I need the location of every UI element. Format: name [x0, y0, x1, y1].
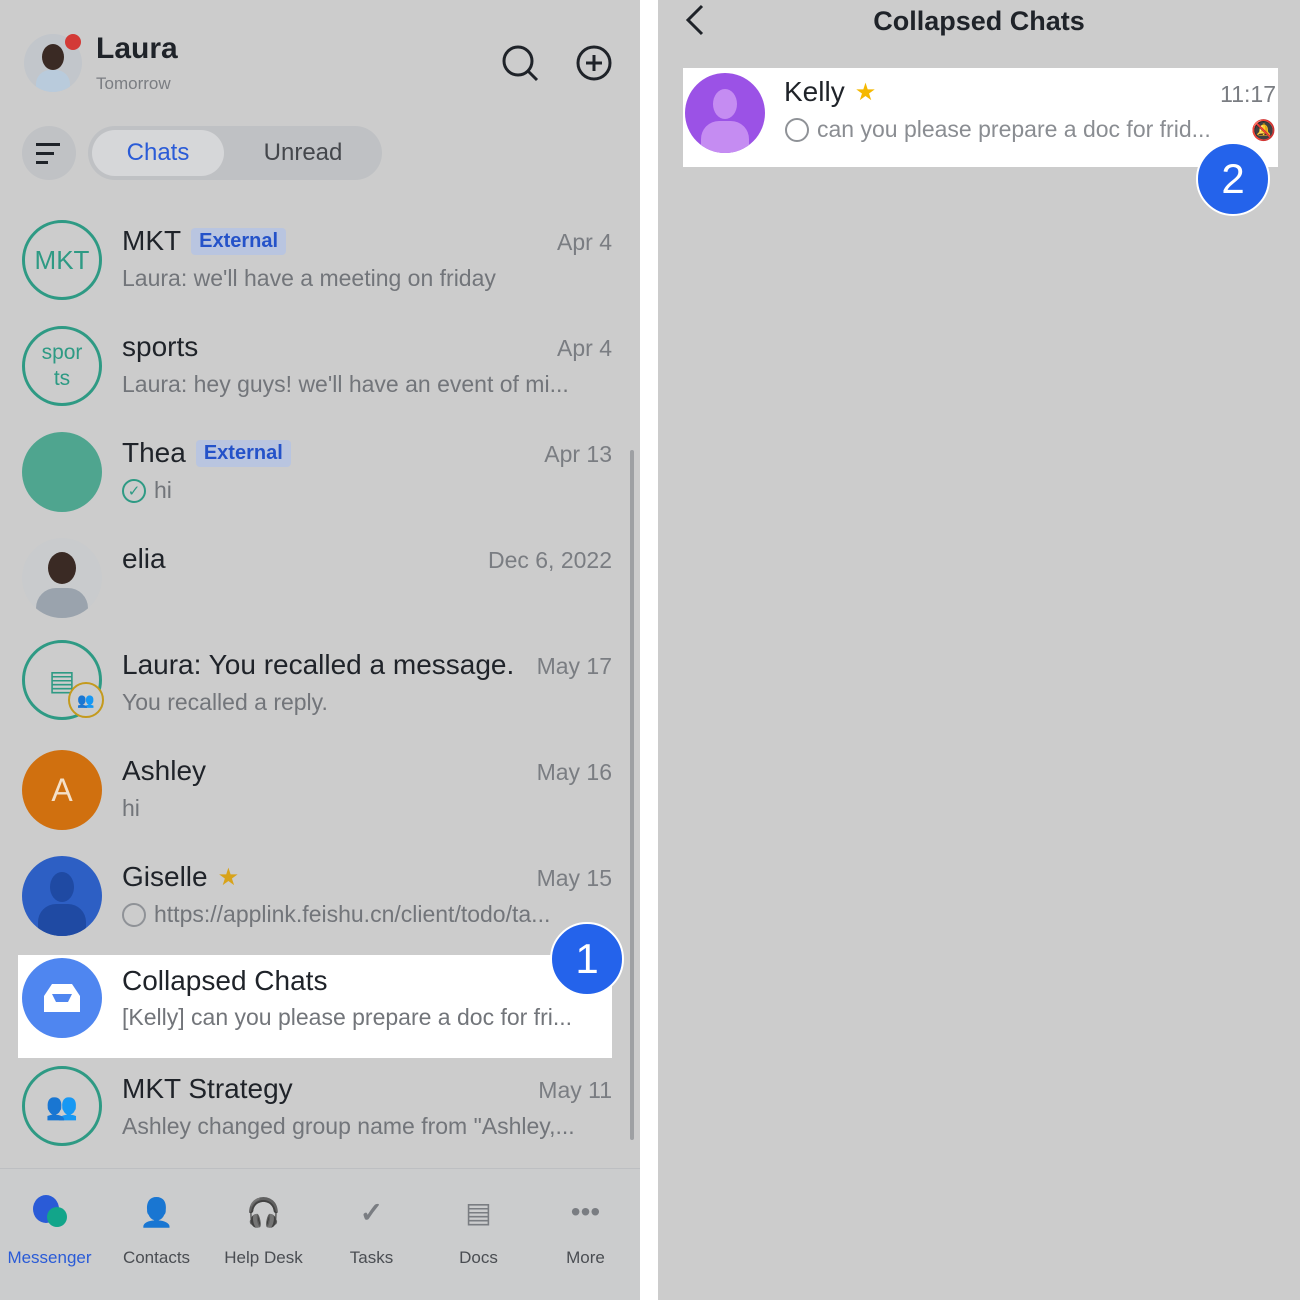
scrollbar[interactable]: [630, 450, 634, 1140]
chat-item-mkt-strategy[interactable]: 👥 MKT Strategy May 11 Ashley changed gro…: [0, 1055, 620, 1161]
chat-tabs: Chats Unread: [88, 126, 382, 180]
chat-name: Laura: You recalled a message.: [122, 649, 515, 680]
chat-name: Kelly: [784, 76, 845, 107]
external-tag: External: [195, 439, 291, 467]
avatar: [22, 432, 102, 512]
chat-time: Apr 4: [557, 229, 612, 255]
group-icon: 👥: [22, 1066, 102, 1146]
nav-contacts[interactable]: 👤 Contacts: [103, 1190, 210, 1268]
nav-messenger[interactable]: Messenger: [0, 1190, 103, 1268]
chat-name: Giselle: [122, 861, 208, 892]
headset-icon: 🎧: [246, 1196, 281, 1228]
external-tag: External: [191, 227, 287, 255]
chat-item-sports[interactable]: spor ts sports Apr 4 Laura: hey guys! we…: [0, 313, 620, 419]
chat-preview: Ashley changed group name from "Ashley,.…: [122, 1113, 575, 1139]
tab-chats[interactable]: Chats: [92, 130, 224, 176]
user-name: Laura: [96, 32, 178, 65]
chat-name: MKT: [122, 225, 182, 256]
chat-item-kelly[interactable]: Kelly ★ 11:17 can you please prepare a do…: [683, 68, 1278, 167]
chat-preview: can you please prepare a doc for frid...: [817, 116, 1211, 142]
inbox-icon: [22, 958, 102, 1038]
collapsed-chats-panel: Collapsed Chats Kelly ★ 11:17 can you ple…: [658, 0, 1300, 1300]
star-icon: ★: [854, 78, 877, 106]
avatar: [22, 538, 102, 618]
chat-name: Thea: [122, 437, 186, 468]
chat-item-collapsed-chats[interactable]: Collapsed Chats [Kelly] can you please p…: [18, 955, 612, 1058]
tab-unread[interactable]: Unread: [228, 130, 378, 176]
chat-item-giselle[interactable]: Giselle ★ May 15 https://applink.feishu.c…: [0, 843, 620, 949]
chat-preview: hi: [122, 795, 140, 821]
chat-time: May 11: [538, 1077, 612, 1103]
nav-help-desk[interactable]: 🎧 Help Desk: [210, 1190, 317, 1268]
chat-time: Apr 13: [544, 441, 612, 467]
todo-circle-icon: [785, 117, 809, 142]
mute-bell-icon: 🔕: [1251, 120, 1276, 142]
chat-name: elia: [122, 543, 166, 574]
chat-time: Apr 4: [557, 335, 612, 361]
status-dot: [65, 34, 81, 50]
chat-time: May 17: [536, 653, 612, 679]
chat-name: MKT Strategy: [122, 1073, 293, 1104]
chat-item-recalled[interactable]: ▤ 👥 Laura: You recalled a message. May 1…: [0, 631, 620, 737]
nav-docs[interactable]: ▤ Docs: [425, 1190, 532, 1268]
chat-time: 11:17: [1220, 81, 1276, 107]
tasks-check-icon: ✓: [359, 1196, 384, 1228]
nav-tasks[interactable]: ✓ Tasks: [318, 1190, 425, 1268]
chat-preview: [Kelly] can you please prepare a doc for…: [122, 1004, 573, 1030]
avatar: [22, 856, 102, 936]
chat-item-elia[interactable]: elia Dec 6, 2022: [0, 525, 620, 631]
page-title: Collapsed Chats: [873, 6, 1085, 36]
chat-time: Dec 6, 2022: [487, 547, 612, 573]
chat-preview: hi: [154, 477, 172, 503]
chat-preview: Laura: we'll have a meeting on friday: [122, 265, 496, 291]
todo-circle-icon: [122, 902, 146, 927]
add-icon[interactable]: [574, 43, 614, 83]
chat-time: May 16: [536, 759, 612, 785]
chat-name: Collapsed Chats: [122, 965, 328, 996]
star-icon: ★: [217, 863, 240, 891]
chat-preview: Laura: hey guys! we'll have an event of …: [122, 371, 569, 397]
chat-item-thea[interactable]: Thea External Apr 13 ✓ hi: [0, 419, 620, 525]
step-badge-1: 1: [550, 922, 624, 996]
group-badge-icon: 👥: [68, 682, 104, 718]
chat-name: Ashley: [122, 755, 207, 786]
chat-name: sports: [122, 331, 199, 362]
user-status: Tomorrow: [96, 74, 171, 93]
search-icon[interactable]: [500, 43, 540, 83]
chat-preview: You recalled a reply.: [122, 689, 328, 715]
docs-icon: ▤: [465, 1196, 492, 1228]
chat-time: May 15: [536, 865, 612, 891]
chat-item-mkt[interactable]: MKT MKT External Apr 4 Laura: we'll have …: [0, 207, 620, 313]
avatar: [685, 73, 765, 153]
contacts-icon: 👤: [139, 1196, 174, 1228]
messenger-icon: [0, 1190, 103, 1234]
read-check-icon: ✓: [122, 478, 146, 503]
step-badge-2: 2: [1196, 142, 1270, 216]
chat-list-panel: Laura Tomorrow Chats Unread MKT MKT Exter…: [0, 0, 640, 1300]
nav-more[interactable]: ••• More: [532, 1190, 639, 1268]
avatar: MKT: [22, 220, 102, 300]
avatar: spor ts: [22, 326, 102, 406]
more-dots-icon: •••: [570, 1196, 601, 1227]
filter-menu-button[interactable]: [22, 126, 76, 180]
avatar: A: [22, 750, 102, 830]
chat-item-ashley[interactable]: A Ashley May 16 hi: [0, 737, 620, 843]
chat-preview: https://applink.feishu.cn/client/todo/ta…: [154, 901, 551, 927]
